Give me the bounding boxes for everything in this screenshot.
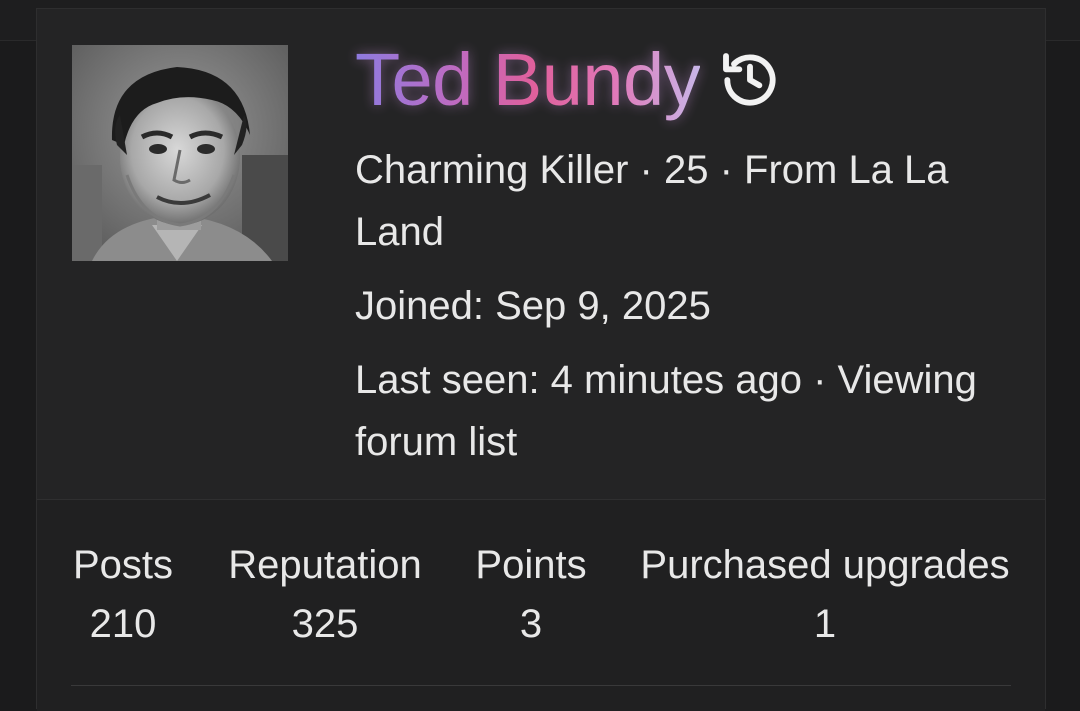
stat-label: Points [475, 543, 587, 587]
divider [71, 685, 1011, 686]
stat-label: Reputation [228, 543, 422, 587]
joined-date: Joined: Sep 9, 2025 [355, 284, 711, 328]
stat-value: 1 [813, 602, 837, 646]
stat-value: 325 [291, 602, 359, 646]
history-icon[interactable] [718, 48, 782, 112]
stat-label: Posts [72, 543, 174, 587]
stat-value: 3 [519, 602, 543, 646]
stat-purchased-upgrades[interactable]: Purchased upgrades 1 [639, 537, 1011, 655]
avatar[interactable] [72, 45, 288, 261]
stat-reputation[interactable]: Reputation 325 [227, 537, 423, 655]
stat-posts[interactable]: Posts 210 [71, 537, 175, 655]
user-title-line: Charming Killer · 25 · From La La Land [355, 148, 949, 254]
avatar-photo [72, 45, 288, 261]
stat-points[interactable]: Points 3 [473, 537, 589, 655]
last-seen: Last seen: 4 minutes ago · Viewing forum… [355, 358, 977, 464]
username[interactable]: Ted Bundy [355, 35, 701, 125]
username-row: Ted Bundy [355, 35, 782, 125]
stat-label: Purchased upgrades [640, 543, 1010, 587]
stats-bar: Posts 210 Reputation 325 Points 3 Purcha… [37, 499, 1045, 711]
divider [37, 499, 1045, 500]
member-profile-card: Ted Bundy Charming Killer · 25 · From La… [36, 8, 1046, 711]
stat-value: 210 [89, 602, 157, 646]
